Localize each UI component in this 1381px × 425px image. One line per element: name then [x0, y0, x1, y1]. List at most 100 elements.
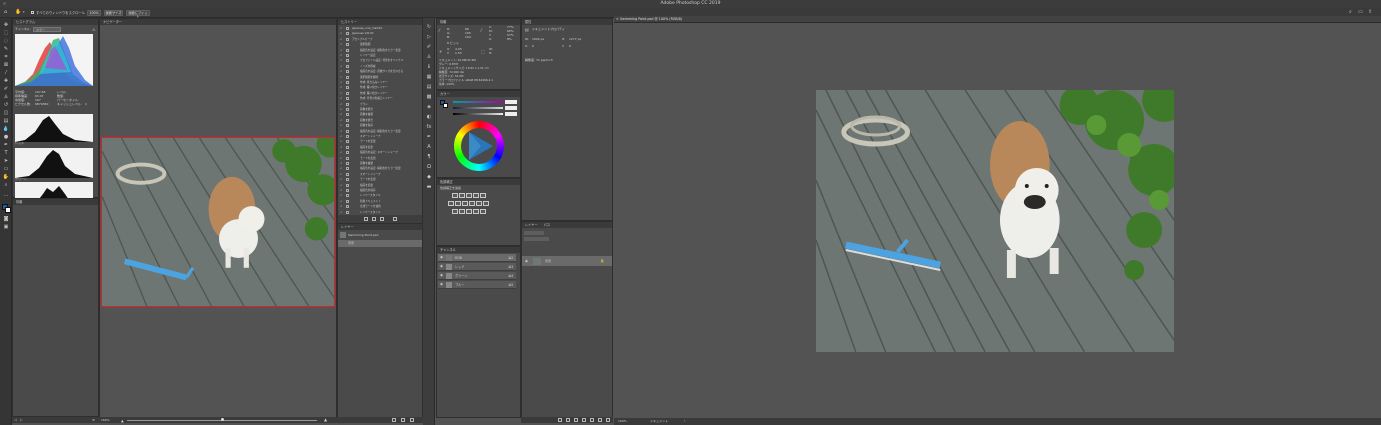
more-tools-icon[interactable]: … — [2, 192, 10, 199]
next-icon[interactable]: ▷ — [20, 418, 23, 423]
zoom-tool-icon[interactable]: ⌕ — [2, 182, 10, 189]
history-source-box[interactable] — [346, 151, 349, 155]
history-source-box[interactable] — [346, 140, 349, 144]
color-wheel[interactable] — [454, 121, 504, 171]
history-source-box[interactable] — [346, 81, 349, 84]
prev-icon[interactable]: ◁ — [14, 418, 17, 423]
layers-tab[interactable]: レイヤー — [525, 223, 538, 227]
history-source-box[interactable] — [346, 43, 349, 47]
quick-select-icon[interactable]: ✎ — [2, 46, 10, 53]
eraser-tool-icon[interactable]: ◫ — [2, 110, 10, 117]
channel-mixer-icon[interactable] — [476, 201, 482, 206]
color-slider-2[interactable] — [453, 107, 503, 109]
fit-screen-button[interactable]: 画面サイズ — [104, 10, 123, 16]
zoom-out-icon[interactable]: ▲ — [121, 418, 124, 424]
blend-mode-select[interactable] — [524, 237, 549, 241]
delete-layer-button[interactable] — [606, 418, 610, 422]
color-slider-3[interactable] — [453, 113, 503, 115]
history-camera-button[interactable] — [380, 217, 384, 221]
dock-paths-icon[interactable]: ✒ — [425, 134, 433, 141]
history-source-box[interactable] — [346, 156, 349, 160]
channel-row-rgb[interactable]: ◉ RGB ⌘2 — [438, 254, 516, 262]
history-source-box[interactable] — [346, 172, 349, 176]
menu-icon[interactable]: ≡ — [92, 418, 95, 423]
history-snapshot-button[interactable] — [364, 217, 368, 221]
history-source-box[interactable] — [346, 91, 349, 95]
dock-clone-icon[interactable]: ♙ — [425, 54, 433, 61]
mini-btn-2[interactable] — [401, 418, 405, 422]
hue-sat-icon[interactable] — [448, 201, 454, 206]
frame-tool-icon[interactable]: ⊠ — [2, 62, 10, 69]
document-tab[interactable]: Swimming Point.psd @ 100% (RGB/8) — [620, 16, 682, 23]
layer-filter-select[interactable] — [524, 231, 544, 235]
pen-tool-icon[interactable]: ✒ — [2, 142, 10, 149]
color-lookup-icon[interactable] — [483, 201, 489, 206]
gradient-tool-icon[interactable]: ▤ — [2, 118, 10, 125]
dock-brush-icon[interactable]: ✐ — [425, 44, 433, 51]
exposure-icon[interactable] — [473, 193, 479, 198]
dock-pattern-icon[interactable]: ▩ — [425, 94, 433, 101]
history-source-box[interactable] — [346, 129, 349, 133]
posterize-icon[interactable] — [459, 209, 465, 214]
history-source-box[interactable] — [346, 86, 349, 90]
photo-filter-icon[interactable] — [469, 201, 475, 206]
threshold-icon[interactable] — [466, 209, 472, 214]
dodge-tool-icon[interactable]: ● — [2, 134, 10, 141]
history-source-box[interactable] — [346, 194, 349, 198]
dock-timeline-icon[interactable]: ▬ — [425, 184, 433, 191]
history-source-box[interactable] — [346, 118, 349, 122]
channel-select[interactable]: カラー — [33, 27, 61, 32]
history-item[interactable]: ✓ レイヤースタイル — [338, 210, 422, 214]
channel-row-green[interactable]: ◉ グリーン ⌘4 — [438, 272, 516, 280]
dock-para-icon[interactable]: ¶ — [425, 154, 433, 161]
crop-tool-icon[interactable]: ⌗ — [2, 54, 10, 61]
history-source-box[interactable] — [346, 210, 349, 214]
status-arrow-icon[interactable]: › — [684, 418, 685, 424]
document-status-label[interactable]: ドキュメント — [650, 418, 668, 424]
visibility-eye-icon[interactable]: ◉ — [440, 282, 443, 287]
hand-tool-icon[interactable]: ✋ — [15, 10, 21, 15]
history-source-box[interactable] — [346, 124, 349, 128]
dock-type-icon[interactable]: A — [425, 144, 433, 151]
history-source-box[interactable] — [346, 27, 349, 30]
new-layer-button[interactable] — [598, 418, 602, 422]
shape-tool-icon[interactable]: ▭ — [2, 166, 10, 173]
dock-style-icon[interactable]: fx — [425, 124, 433, 131]
path-select-icon[interactable]: ➤ — [2, 158, 10, 165]
healing-brush-icon[interactable]: ✚ — [2, 78, 10, 85]
history-source-box[interactable] — [346, 48, 349, 52]
dock-gradient-icon[interactable]: ▤ — [425, 84, 433, 91]
history-source-box[interactable] — [346, 189, 349, 192]
prop-w-value[interactable]: 1920 px — [532, 36, 544, 43]
brush-tool-icon[interactable]: ✐ — [2, 86, 10, 93]
paths-tab[interactable]: パス — [544, 223, 550, 227]
dock-history-icon[interactable]: ↻ — [425, 24, 433, 31]
history-source-box[interactable] — [346, 75, 349, 79]
mask-button[interactable] — [574, 418, 578, 422]
color-slider-1[interactable] — [453, 101, 503, 103]
dock-layers-icon[interactable]: ◈ — [425, 104, 433, 111]
close-window-dot[interactable] — [3, 2, 6, 5]
bw-icon[interactable] — [462, 201, 468, 206]
document-image[interactable] — [816, 90, 1174, 352]
prop-x-value[interactable]: 0 — [532, 43, 534, 50]
dock-swatch-icon[interactable]: ▦ — [425, 74, 433, 81]
history-source-box[interactable] — [346, 183, 349, 187]
history-source-box[interactable] — [346, 178, 349, 182]
prop-y-value[interactable]: 0 — [569, 43, 571, 50]
history-brush-icon[interactable]: ↺ — [2, 102, 10, 109]
history-source-box[interactable] — [346, 102, 349, 106]
blur-tool-icon[interactable]: 💧 — [2, 126, 10, 133]
levels-icon[interactable] — [459, 193, 465, 198]
fill-screen-button[interactable]: 画面にフィット — [126, 10, 150, 19]
history-source-box[interactable] — [346, 64, 349, 68]
vibrance-icon[interactable] — [480, 193, 486, 198]
layer-row-selected[interactable]: 背景 — [338, 240, 422, 247]
selective-color-icon[interactable] — [473, 209, 479, 214]
chevron-down-icon[interactable]: ▾ — [23, 10, 25, 15]
gradient-map-icon[interactable] — [480, 209, 486, 214]
history-source-box[interactable] — [346, 59, 349, 63]
zoom-slider-handle[interactable] — [221, 418, 224, 421]
dock-3d-icon[interactable]: ◆ — [425, 174, 433, 181]
color-value-1[interactable] — [505, 100, 517, 104]
